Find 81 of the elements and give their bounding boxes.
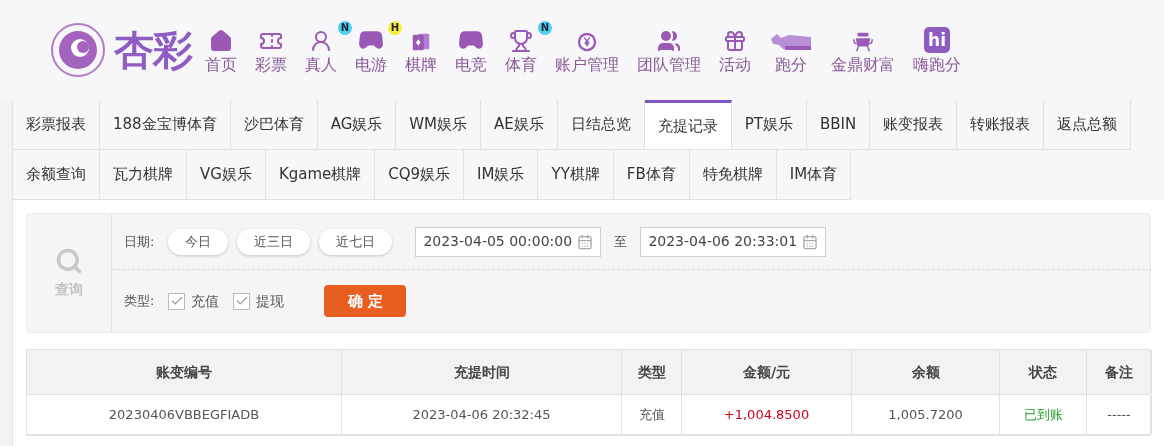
end-date-field[interactable]: 2023-04-06 20:33:01 [640, 226, 827, 257]
tab[interactable]: 充提记录 [644, 100, 732, 150]
tab[interactable]: IM娱乐 [464, 150, 539, 200]
nav-item[interactable]: 棋牌 [405, 23, 437, 77]
cauldron-icon [852, 31, 874, 53]
table-cell: ----- [1087, 395, 1152, 434]
trophy-icon [509, 29, 533, 53]
logo-emblem-icon [50, 22, 106, 78]
range-separator: 至 [614, 232, 628, 251]
app-icon: hi [924, 27, 950, 53]
column-header: 余额 [852, 350, 1000, 394]
tab[interactable]: 彩票报表 [13, 100, 100, 150]
tab[interactable]: 转账报表 [957, 100, 1045, 150]
checkbox-label[interactable]: 充值 [191, 290, 220, 312]
nav-item[interactable]: 金鼎财富 [831, 23, 895, 77]
nav-item[interactable]: hi 嗨跑分 [913, 23, 961, 77]
table-cell: 20230406VBBEGFIADB [27, 395, 342, 434]
nav-badge: N [338, 21, 352, 35]
tab[interactable]: Kgame棋牌 [265, 150, 376, 200]
tab[interactable]: VG娱乐 [187, 150, 266, 200]
quick-range-button[interactable]: 今日 [168, 228, 229, 255]
table-cell: +1,004.8500 [682, 395, 852, 434]
nav-item[interactable]: 跑分 [769, 23, 813, 77]
tab[interactable]: 瓦力棋牌 [100, 150, 187, 200]
nav-badge: N [538, 21, 552, 35]
tab[interactable]: 日结总览 [557, 100, 645, 150]
tab[interactable]: AG娱乐 [317, 100, 397, 150]
nav-item[interactable]: 团队管理 [637, 23, 701, 77]
checkbox-label[interactable]: 提现 [256, 290, 285, 312]
quick-range-button[interactable]: 近七日 [319, 228, 393, 255]
nav-item[interactable]: 真人 [305, 23, 337, 77]
nav-item[interactable]: 体育 [505, 23, 537, 77]
check-icon [169, 294, 184, 308]
table-cell: 已到账 [1000, 395, 1087, 434]
tab[interactable]: 账变报表 [870, 100, 958, 150]
tab[interactable]: PT娱乐 [731, 100, 807, 150]
column-header: 充提时间 [342, 350, 622, 394]
tab[interactable]: IM体育 [776, 150, 852, 200]
tab[interactable]: 特免棋牌 [689, 150, 777, 200]
checkbox[interactable] [233, 292, 251, 310]
tab[interactable]: 余额查询 [13, 150, 100, 200]
nav-item[interactable]: 电游 [355, 23, 387, 77]
gift-icon [723, 29, 747, 53]
person-icon [309, 29, 333, 53]
column-header: 账变编号 [27, 350, 342, 394]
table-cell: 1,005.7200 [852, 395, 1000, 434]
yen-icon [576, 31, 598, 53]
logo-text: 杏彩 [114, 30, 192, 70]
check-icon [234, 294, 249, 308]
nav-item[interactable]: 账户管理 [555, 23, 619, 77]
search-icon [55, 246, 83, 275]
tab[interactable]: BBIN [807, 100, 871, 150]
tab[interactable]: AE娱乐 [481, 100, 558, 150]
tab[interactable]: 188金宝博体育 [100, 100, 231, 150]
column-header: 类型 [622, 350, 682, 394]
date-label: 日期: [124, 232, 155, 251]
nav-badge: H [388, 21, 402, 35]
column-header: 备注 [1087, 350, 1152, 394]
nav-item[interactable]: 彩票 [255, 23, 287, 77]
column-header: 状态 [1000, 350, 1087, 394]
tab[interactable]: FB体育 [613, 150, 690, 200]
group-icon [657, 29, 681, 53]
column-header: 金额/元 [682, 350, 852, 394]
nav-item[interactable]: 电竞 [455, 23, 487, 77]
table-cell: 充值 [622, 395, 682, 434]
tab[interactable]: CQ9娱乐 [375, 150, 465, 200]
nav-item[interactable]: 首页 [205, 23, 237, 77]
nav-item[interactable]: 活动 [719, 23, 751, 77]
tab[interactable]: 返点总额 [1044, 100, 1132, 150]
home-icon [209, 29, 233, 53]
start-date-field[interactable]: 2023-04-05 00:00:00 [415, 226, 602, 257]
tab[interactable]: 沙巴体育 [230, 100, 318, 150]
checkbox[interactable] [168, 292, 186, 310]
tab[interactable]: YY棋牌 [538, 150, 614, 200]
cards-icon [410, 31, 432, 53]
calendar-icon [802, 233, 819, 250]
table-cell: 2023-04-06 20:32:45 [342, 395, 622, 434]
calendar-icon [577, 233, 594, 250]
tab[interactable]: WM娱乐 [396, 100, 482, 150]
quick-range-button[interactable]: 近三日 [237, 228, 311, 255]
type-label: 类型: [124, 292, 155, 311]
